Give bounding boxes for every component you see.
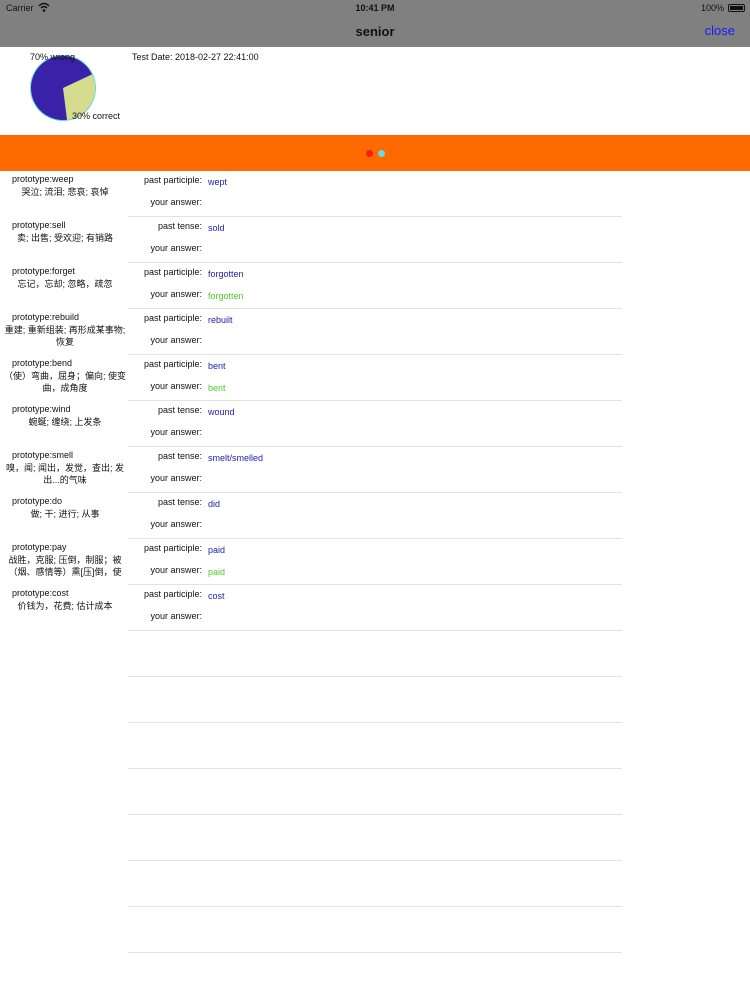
prototype-label: prototype:smell	[12, 450, 74, 460]
answer-label: your answer:	[150, 289, 202, 299]
prototype-label: prototype:bend	[12, 358, 73, 368]
prototype-label: prototype:cost	[12, 588, 69, 598]
meaning-text: 做; 干; 进行; 从事	[30, 509, 100, 519]
empty-row	[0, 631, 750, 677]
meaning-text: （使）弯曲，屈身；偏向; 使变曲，成角度	[3, 371, 126, 393]
form-value: did	[208, 499, 221, 509]
prototype-label: prototype:pay	[12, 542, 67, 552]
form-value: bent	[208, 361, 226, 371]
form-label: past tense:	[157, 497, 202, 507]
answer-label: your answer:	[150, 565, 202, 575]
form-value: rebuilt	[208, 315, 233, 325]
row-separator	[128, 952, 622, 953]
correct-percent-label: 30% correct	[72, 111, 121, 121]
list-item: prototype:forget 忘记，忘却; 忽略，疏忽 past partici…	[0, 263, 750, 309]
list-item: prototype:rebuild 重建; 重新组装; 再形成某事物; 恢复 pas…	[0, 309, 750, 355]
meaning-text: 蜿蜒; 缠绕; 上发条	[28, 417, 102, 427]
answer-label: your answer:	[150, 427, 202, 437]
result-list[interactable]: prototype:weep 哭泣; 流泪; 悲哀; 哀悼 past partici…	[0, 171, 750, 953]
form-label: past participle:	[143, 359, 202, 369]
form-label: past participle:	[143, 313, 202, 323]
empty-row	[0, 907, 750, 953]
prototype-label: prototype:weep	[12, 174, 74, 184]
answer-label: your answer:	[150, 473, 202, 483]
meaning-text: 嗅，闻; 闻出，发觉，查出; 发出...的气味	[5, 463, 124, 485]
form-label: past participle:	[143, 267, 202, 277]
nav-bar: senior close	[0, 16, 750, 47]
battery-percent: 100%	[700, 3, 724, 13]
prototype-label: prototype:rebuild	[12, 312, 80, 322]
form-value: smelt/smelled	[208, 453, 264, 463]
prototype-label: prototype:forget	[12, 266, 76, 276]
page-title: senior	[355, 24, 395, 39]
list-item: prototype:wind 蜿蜒; 缠绕; 上发条 past tense: woun…	[0, 401, 750, 447]
form-value: cost	[208, 591, 225, 601]
form-label: past tense:	[157, 451, 202, 461]
list-item: prototype:weep 哭泣; 流泪; 悲哀; 哀悼 past partici…	[0, 171, 750, 217]
page-dot-1[interactable]	[366, 150, 373, 157]
prototype-label: prototype:do	[12, 496, 63, 506]
empty-row	[0, 723, 750, 769]
list-item: prototype:cost 价钱为，花费; 估计成本 past participl…	[0, 585, 750, 631]
page-indicator-bar	[0, 135, 750, 171]
form-label: past participle:	[143, 543, 202, 553]
list-item: prototype:smell 嗅，闻; 闻出，发觉，查出; 发出...的气味 pa…	[0, 447, 750, 493]
meaning-text: 卖; 出售; 受欢迎; 有销路	[16, 233, 113, 243]
empty-row	[0, 769, 750, 815]
form-value: forgotten	[208, 269, 244, 279]
form-label: past participle:	[143, 589, 202, 599]
answer-value: paid	[208, 567, 226, 577]
list-item: prototype:do 做; 干; 进行; 从事 past tense: did yo…	[0, 493, 750, 539]
form-value: wept	[208, 177, 228, 187]
list-item: prototype:sell 卖; 出售; 受欢迎; 有销路 past tense:…	[0, 217, 750, 263]
empty-row	[0, 815, 750, 861]
empty-row	[0, 677, 750, 723]
empty-row	[0, 861, 750, 907]
answer-label: your answer:	[150, 197, 202, 207]
test-date: Test Date: 2018-02-27 22:41:00	[132, 52, 259, 62]
meaning-text: 价钱为，花费; 估计成本	[17, 601, 113, 611]
prototype-label: prototype:wind	[12, 404, 71, 414]
meaning-text: 战胜，克服; 压倒，制服；被（烟、感情等）熏[压]倒，使	[8, 555, 122, 577]
prototype-label: prototype:sell	[12, 220, 66, 230]
form-value: sold	[208, 223, 225, 233]
wrong-percent-label: 70% wrong	[30, 52, 76, 62]
form-label: past tense:	[157, 405, 202, 415]
meaning-text: 重建; 重新组装; 再形成某事物; 恢复	[4, 325, 126, 347]
list-item: prototype:bend （使）弯曲，屈身；偏向; 使变曲，成角度 past p…	[0, 355, 750, 401]
clock: 10:41 PM	[355, 3, 395, 13]
page-dot-2[interactable]	[378, 150, 385, 157]
answer-label: your answer:	[150, 243, 202, 253]
answer-label: your answer:	[150, 519, 202, 529]
answer-label: your answer:	[150, 335, 202, 345]
meaning-text: 忘记，忘却; 忽略，疏忽	[17, 279, 113, 289]
form-value: wound	[208, 407, 235, 417]
result-summary: 70% wrong 30% correct Test Date: 2018-02…	[0, 47, 750, 135]
form-label: past tense:	[157, 221, 202, 231]
meaning-text: 哭泣; 流泪; 悲哀; 哀悼	[21, 187, 109, 197]
answer-label: your answer:	[150, 381, 202, 391]
status-bar: Carrier 10:41 PM 100%	[0, 0, 750, 16]
answer-value: bent	[208, 383, 226, 393]
list-item: prototype:pay 战胜，克服; 压倒，制服；被（烟、感情等）熏[压]倒，…	[0, 539, 750, 585]
battery-icon	[728, 4, 745, 12]
answer-label: your answer:	[150, 611, 202, 621]
close-button[interactable]: close	[705, 23, 735, 38]
answer-value: forgotten	[208, 291, 244, 301]
form-label: past participle:	[143, 175, 202, 185]
form-value: paid	[208, 545, 226, 555]
